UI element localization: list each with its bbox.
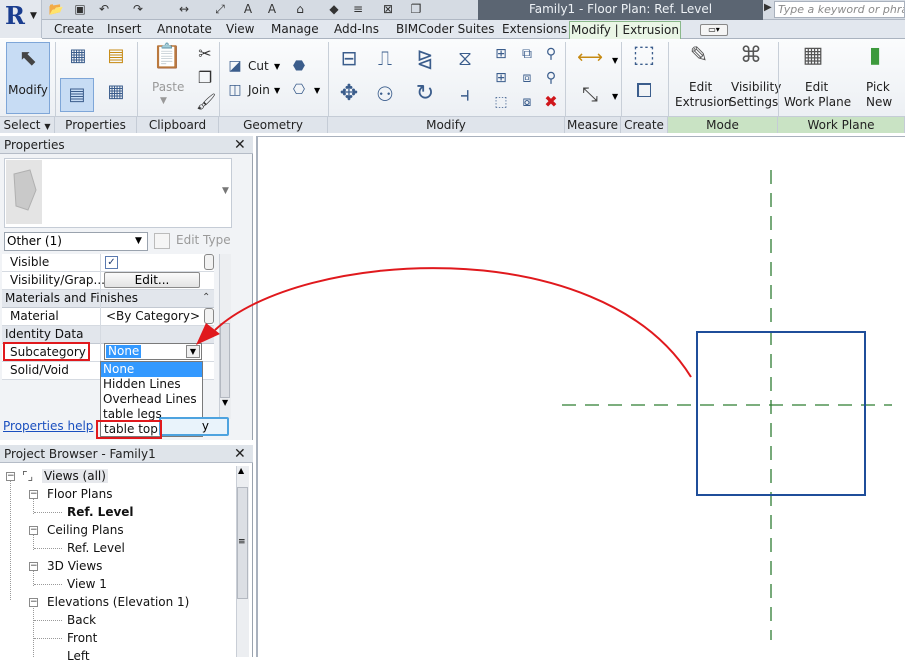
annotation-arrowhead: [196, 323, 220, 345]
canvas-overlay: [196, 170, 892, 640]
extrusion-outline[interactable]: [696, 331, 866, 496]
annotation-arrow-curve: [214, 267, 692, 378]
